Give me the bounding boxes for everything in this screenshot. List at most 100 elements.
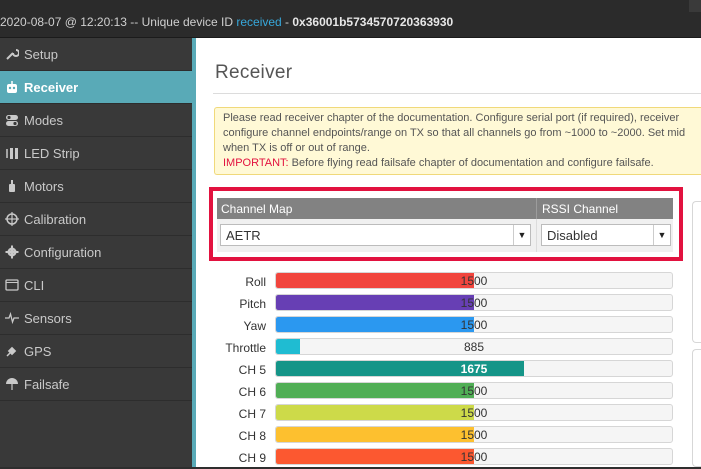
notice-important: IMPORTANT: Before flying read failsafe c…	[223, 156, 701, 171]
notice-line-2: configure channel endpoints/range on TX …	[223, 127, 686, 139]
channel-value: 885	[463, 340, 485, 354]
motor-icon	[9, 180, 15, 192]
sidebar-item-failsafe[interactable]: Failsafe	[0, 368, 192, 401]
receiver-notice: Please read receiver chapter of the docu…	[214, 107, 701, 175]
side-panel	[692, 201, 701, 343]
channel-value: 1500	[460, 384, 488, 398]
channel-label: CH 5	[238, 363, 266, 377]
sidebar-item-calibration[interactable]: Calibration	[0, 203, 192, 236]
channel-row: Yaw 1500	[196, 315, 696, 337]
channel-label: CH 9	[238, 451, 266, 465]
parachute-icon	[6, 378, 18, 390]
channel-label: Throttle	[225, 341, 266, 355]
notice-line-3: when TX is off or out of range.	[223, 142, 370, 154]
channel-row: Roll 1500	[196, 271, 696, 293]
main-content: Receiver Please read receiver chapter of…	[196, 38, 701, 467]
channel-row: CH 6 1500	[196, 381, 696, 403]
led-strip-icon	[6, 148, 18, 159]
channel-bar: 1500	[275, 316, 673, 333]
satellite-icon	[6, 346, 17, 357]
channel-value: 1500	[460, 428, 488, 442]
header-divider	[536, 198, 537, 219]
sidebar-item-label: CLI	[24, 278, 45, 293]
important-label: IMPORTANT:	[223, 157, 289, 169]
page-title: Receiver	[215, 62, 293, 83]
channel-map-heading: Channel Map	[221, 202, 293, 216]
sidebar-item-label: Motors	[24, 179, 64, 194]
status-text: 2020-08-07 @ 12:20:13 -- Unique device I…	[0, 15, 453, 29]
pulse-icon	[5, 311, 19, 325]
body-divider	[536, 219, 537, 252]
sidebar-item-label: Setup	[24, 47, 58, 62]
sidebar-item-cli[interactable]: CLI	[0, 269, 192, 302]
channel-bar: 1500	[275, 382, 673, 399]
sidebar-item-receiver[interactable]: Receiver	[0, 71, 192, 104]
sidebar-item-label: Failsafe	[24, 377, 70, 392]
receiver-icon	[7, 81, 17, 93]
sidebar: Setup Receiver Modes LED Strip Motors Ca…	[0, 38, 192, 467]
rssi-channel-heading: RSSI Channel	[542, 202, 619, 216]
channel-bar: 1500	[275, 448, 673, 465]
channel-map-header: Channel Map RSSI Channel	[217, 198, 673, 219]
chevron-down-icon: ▼	[513, 225, 530, 245]
channel-label: CH 7	[238, 407, 266, 421]
sidebar-item-sensors[interactable]: Sensors	[0, 302, 192, 335]
device-id: 0x36001b5734570720363930	[292, 15, 454, 29]
channel-label: Yaw	[243, 319, 266, 333]
channel-bar: 1500	[275, 404, 673, 421]
channel-value: 1500	[460, 450, 488, 464]
sidebar-item-modes[interactable]: Modes	[0, 104, 192, 137]
sidebar-item-configuration[interactable]: Configuration	[0, 236, 192, 269]
wrench-icon	[6, 49, 19, 60]
channel-value: 1500	[460, 296, 488, 310]
channel-row: CH 9 1500	[196, 447, 696, 469]
status-dash: -	[281, 15, 293, 29]
channel-value: 1500	[460, 406, 488, 420]
channel-value: 1500	[460, 318, 488, 332]
toggle-icon	[6, 115, 18, 126]
channel-bar: 1500	[275, 294, 673, 311]
sidebar-item-label: Modes	[24, 113, 64, 128]
sidebar-item-label: Receiver	[24, 80, 79, 95]
channel-row: CH 7 1500	[196, 403, 696, 425]
notice-line-1: Please read receiver chapter of the docu…	[223, 112, 680, 124]
sidebar-item-label: LED Strip	[24, 146, 80, 161]
channel-value: 1675	[460, 362, 488, 376]
channel-map-body: AETR ▼ Disabled ▼	[217, 219, 673, 252]
sidebar-item-label: Calibration	[24, 212, 87, 227]
channel-bar: 1500	[275, 272, 673, 289]
status-timestamp: 2020-08-07 @ 12:20:13	[0, 15, 127, 29]
crosshair-icon	[5, 212, 19, 226]
sidebar-item-motors[interactable]: Motors	[0, 170, 192, 203]
sidebar-item-label: GPS	[24, 344, 52, 359]
status-bar: 2020-08-07 @ 12:20:13 -- Unique device I…	[0, 0, 701, 38]
rssi-channel-value: Disabled	[547, 228, 598, 243]
channel-row: Pitch 1500	[196, 293, 696, 315]
channel-bar: 885	[275, 338, 673, 355]
channel-map-value: AETR	[226, 228, 261, 243]
channel-bar: 1675	[275, 360, 673, 377]
terminal-icon	[5, 279, 19, 291]
channel-map-select[interactable]: AETR ▼	[220, 224, 531, 246]
status-separator: -- Unique device ID	[126, 15, 237, 29]
sidebar-item-label: Configuration	[24, 245, 102, 260]
channel-label: Roll	[245, 275, 266, 289]
sidebar-item-led-strip[interactable]: LED Strip	[0, 137, 192, 170]
gear-icon	[5, 245, 19, 259]
status-strip	[689, 0, 701, 12]
channel-label: CH 6	[238, 385, 266, 399]
important-text: Before flying read failsafe chapter of d…	[288, 157, 654, 169]
rssi-channel-select[interactable]: Disabled ▼	[541, 224, 671, 246]
channel-row: CH 5 1675	[196, 359, 696, 381]
status-received: received	[236, 15, 282, 29]
sidebar-item-gps[interactable]: GPS	[0, 335, 192, 368]
sidebar-item-label: Sensors	[24, 311, 72, 326]
title-divider	[213, 93, 701, 94]
channel-row: CH 8 1500	[196, 425, 696, 447]
side-panel-lower	[692, 349, 701, 467]
channel-label: Pitch	[239, 297, 266, 311]
channel-label: CH 8	[238, 429, 266, 443]
channel-bar: 1500	[275, 426, 673, 443]
chevron-down-icon: ▼	[653, 225, 670, 245]
sidebar-item-setup[interactable]: Setup	[0, 38, 192, 71]
